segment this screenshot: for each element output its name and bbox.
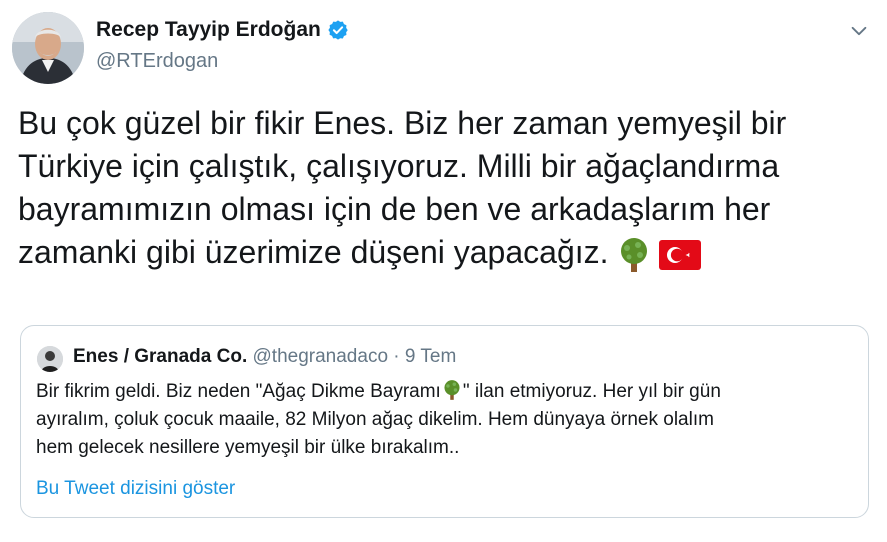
- deciduous-tree-emoji-icon: [444, 380, 460, 400]
- tweet-text: Bu çok güzel bir fikir Enes. Biz her zam…: [18, 102, 868, 274]
- quoted-text: Bir fikrim geldi. Biz neden "Ağaç Dikme …: [36, 378, 856, 462]
- quoted-tweet-card[interactable]: Enes / Granada Co. @thegranadaco · 9 Tem…: [20, 325, 869, 518]
- chevron-down-icon[interactable]: [848, 20, 870, 42]
- deciduous-tree-emoji-icon: [620, 237, 647, 272]
- quoted-header: Enes / Granada Co. @thegranadaco · 9 Tem: [73, 346, 456, 368]
- author-avatar[interactable]: [12, 12, 84, 84]
- quoted-author-handle: @thegranadaco: [252, 346, 389, 367]
- author-handle[interactable]: @RTErdogan: [96, 50, 218, 73]
- author-name[interactable]: Recep Tayyip Erdoğan: [96, 18, 321, 42]
- meta-separator: ·: [388, 346, 405, 367]
- quoted-author-avatar: [37, 346, 63, 372]
- quoted-author-name: Enes / Granada Co.: [73, 346, 248, 367]
- quoted-date: 9 Tem: [404, 346, 457, 367]
- turkey-flag-emoji-icon: [658, 239, 701, 270]
- quoted-text-part1: Bir fikrim geldi. Biz neden "Ağaç Dikme …: [36, 381, 441, 402]
- show-thread-link[interactable]: Bu Tweet dizisini göster: [36, 478, 235, 500]
- verified-badge-icon: [328, 20, 348, 40]
